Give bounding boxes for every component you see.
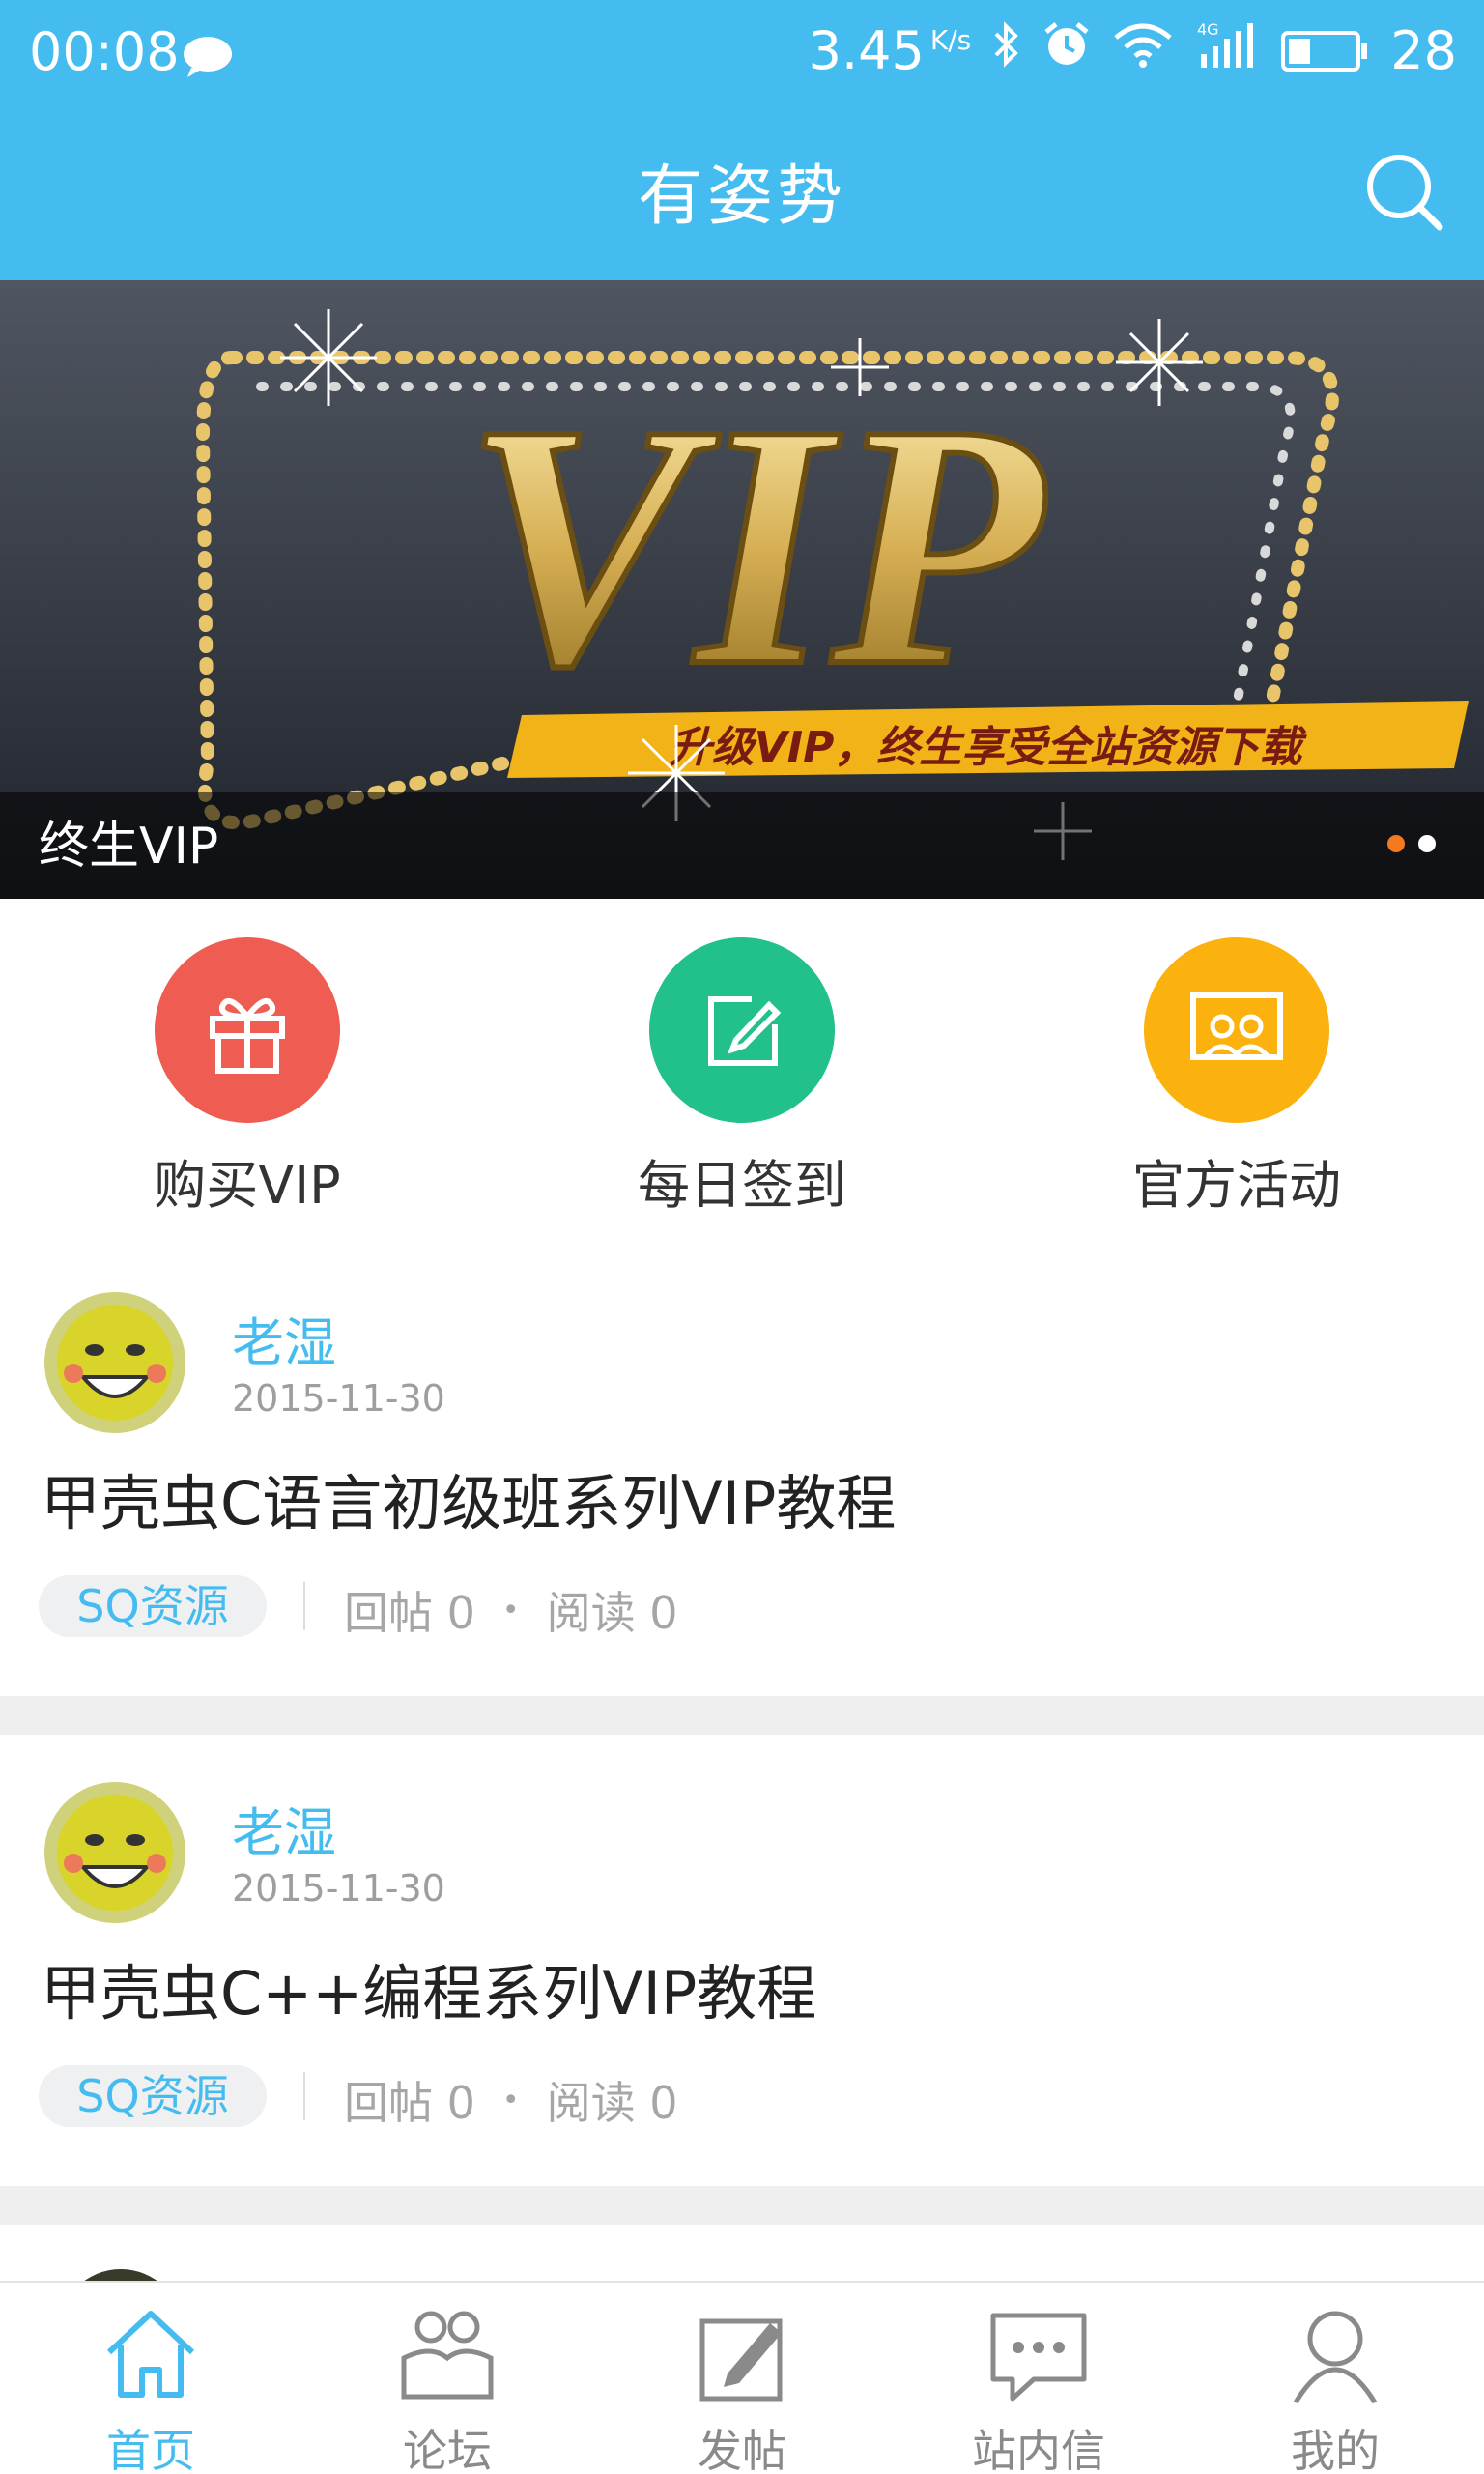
search-icon[interactable] <box>1362 150 1445 233</box>
divider <box>303 2072 305 2120</box>
dot-separator: • <box>501 2083 520 2117</box>
nav-forum[interactable]: 论坛 <box>331 2302 563 2474</box>
divider <box>303 1582 305 1630</box>
banner-subtext: 升级VIP，终生享受全站资源下载 <box>670 723 1308 772</box>
daily-checkin-button[interactable]: 每日签到 <box>597 937 887 1219</box>
post-tag[interactable]: SQ资源 <box>39 2065 267 2127</box>
post-author[interactable]: 老湿 <box>232 1300 336 1376</box>
nav-messages-label: 站内信 <box>972 2425 1105 2474</box>
group-board-icon <box>1144 937 1329 1123</box>
nav-messages[interactable]: 站内信 <box>923 2302 1155 2474</box>
post-stats: 回帖 0 • 阅读 0 <box>344 1578 677 1642</box>
post-date: 2015-11-30 <box>232 1867 445 1910</box>
banner-caption: 终生VIP <box>39 818 219 876</box>
status-icons: 3.45 K/s 4G 28 <box>809 19 1457 82</box>
post-author[interactable]: 老湿 <box>232 1790 336 1866</box>
avatar[interactable] <box>44 1782 186 1923</box>
carousel-indicator <box>1387 835 1436 852</box>
carousel-dot[interactable] <box>1418 835 1436 852</box>
nav-home[interactable]: 首页 <box>35 2302 267 2474</box>
avatar[interactable] <box>44 1292 186 1433</box>
post-title[interactable]: 甲壳虫C++编程系列VIP教程 <box>41 1944 816 2031</box>
read-count: 阅读 0 <box>546 2077 678 2129</box>
post-tag[interactable]: SQ资源 <box>39 1575 267 1637</box>
carousel-dot-active[interactable] <box>1387 835 1405 852</box>
banner-carousel[interactable]: VIP 升级VIP，终生享受全站资源下载 终生VIP <box>0 280 1484 899</box>
dot-separator: • <box>501 1593 520 1627</box>
message-bubble-icon <box>182 29 234 90</box>
bottom-nav: 首页 论坛 发帖 站内信 我的 <box>0 2281 1484 2474</box>
wifi-icon <box>1112 20 1174 81</box>
alarm-icon <box>1042 20 1091 81</box>
edit-icon <box>649 937 835 1123</box>
section-divider <box>0 2186 1484 2225</box>
message-icon <box>990 2313 1087 2402</box>
buy-vip-label: 购买VIP <box>154 1155 341 1216</box>
page-title: 有姿势 <box>637 158 846 235</box>
status-time: 00:08 <box>29 21 180 82</box>
forum-icon <box>401 2311 494 2400</box>
battery-icon <box>1280 30 1369 72</box>
official-events-label: 官方活动 <box>1132 1155 1341 1216</box>
profile-icon <box>1293 2311 1378 2404</box>
speed-unit: K/s <box>929 24 972 56</box>
section-divider <box>0 1696 1484 1735</box>
banner-caption-bar <box>0 792 1484 899</box>
post-date: 2015-11-30 <box>232 1377 445 1420</box>
app-root: 00:08 3.45 K/s 4G 28 有姿势 VIP 升级VIP，终生享受全… <box>0 0 1484 2474</box>
bluetooth-icon <box>992 20 1021 81</box>
nav-profile-label: 我的 <box>1291 2425 1380 2474</box>
read-count: 阅读 0 <box>546 1587 678 1639</box>
svg-text:4G: 4G <box>1197 20 1219 39</box>
post-item[interactable]: 老湿 2015-11-30 甲壳虫C++编程系列VIP教程 SQ资源 回帖 0 … <box>0 1751 1484 2201</box>
quick-actions: 购买VIP 每日签到 官方活动 <box>0 899 1484 1218</box>
battery-level: 28 <box>1390 20 1457 81</box>
gift-icon <box>155 937 340 1123</box>
daily-checkin-label: 每日签到 <box>638 1155 846 1216</box>
compose-icon <box>699 2318 783 2402</box>
nav-home-label: 首页 <box>106 2425 195 2474</box>
home-icon <box>106 2311 195 2398</box>
buy-vip-button[interactable]: 购买VIP <box>102 937 392 1219</box>
speed-value: 3.45 <box>808 20 925 81</box>
post-title[interactable]: 甲壳虫C语言初级班系列VIP教程 <box>41 1454 896 1541</box>
official-events-button[interactable]: 官方活动 <box>1092 937 1382 1219</box>
post-stats: 回帖 0 • 阅读 0 <box>344 2068 677 2132</box>
reply-count: 回帖 0 <box>344 2077 475 2129</box>
nav-compose-label: 发帖 <box>698 2425 786 2474</box>
post-item[interactable]: 老湿 2015-11-30 甲壳虫C语言初级班系列VIP教程 SQ资源 回帖 0… <box>0 1261 1484 1711</box>
banner-vip-text: VIP <box>464 352 1048 737</box>
nav-compose[interactable]: 发帖 <box>626 2302 858 2474</box>
nav-forum-label: 论坛 <box>403 2425 492 2474</box>
nav-profile[interactable]: 我的 <box>1219 2302 1451 2474</box>
signal-4g-icon: 4G <box>1195 19 1259 82</box>
reply-count: 回帖 0 <box>344 1587 475 1639</box>
status-bar: 00:08 3.45 K/s 4G 28 <box>0 0 1484 101</box>
app-header: 有姿势 <box>0 101 1484 280</box>
network-speed: 3.45 K/s <box>809 20 972 81</box>
